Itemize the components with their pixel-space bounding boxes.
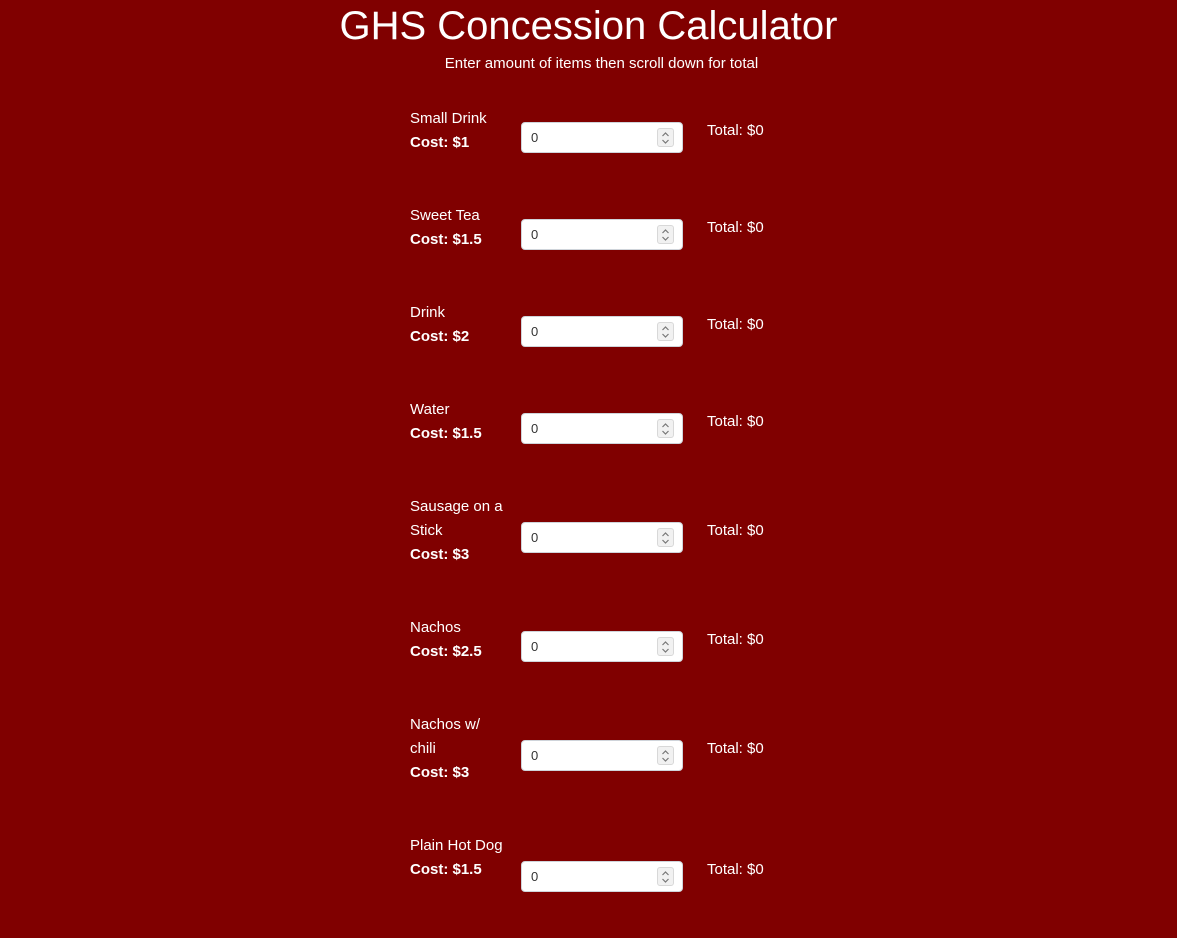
item-total: Total: $0 <box>707 219 764 236</box>
item-info: Drink Cost: $2 <box>410 301 505 349</box>
quantity-input[interactable] <box>522 632 652 661</box>
page-subtitle: Enter amount of items then scroll down f… <box>444 55 759 72</box>
item-name: Small Drink <box>410 110 487 127</box>
item-cost: Cost: $1.5 <box>410 231 482 248</box>
quantity-field <box>521 522 683 553</box>
quantity-input[interactable] <box>522 414 652 443</box>
item-cost: Cost: $2 <box>410 328 470 345</box>
quantity-spinner[interactable] <box>657 322 674 341</box>
decrement-icon[interactable] <box>658 235 673 243</box>
decrement-icon[interactable] <box>658 538 673 546</box>
quantity-spinner[interactable] <box>657 419 674 438</box>
item-name: Sweet Tea <box>410 207 480 224</box>
quantity-field <box>521 413 683 444</box>
quantity-spinner[interactable] <box>657 637 674 656</box>
item-cost: Cost: $1 <box>410 134 470 151</box>
item-total: Total: $0 <box>707 316 764 333</box>
item-name: Water <box>410 401 450 418</box>
increment-icon[interactable] <box>658 324 673 332</box>
item-cost: Cost: $1.5 <box>410 861 482 878</box>
item-info: Sausage on a Stick Cost: $3 <box>410 495 505 567</box>
quantity-spinner[interactable] <box>657 867 674 886</box>
item-name: Drink <box>410 304 446 321</box>
item-info: Water Cost: $1.5 <box>410 398 505 446</box>
increment-icon[interactable] <box>658 130 673 138</box>
quantity-field <box>521 861 683 892</box>
item-info: Sweet Tea Cost: $1.5 <box>410 204 505 252</box>
quantity-field <box>521 740 683 771</box>
quantity-input[interactable] <box>522 523 652 552</box>
item-total: Total: $0 <box>707 861 764 878</box>
increment-icon[interactable] <box>658 530 673 538</box>
quantity-spinner[interactable] <box>657 746 674 765</box>
decrement-icon[interactable] <box>658 138 673 146</box>
item-total: Total: $0 <box>707 740 764 757</box>
item-name: Sausage on a Stick <box>410 498 503 539</box>
item-cost: Cost: $1.5 <box>410 425 482 442</box>
item-info: Nachos Cost: $2.5 <box>410 616 505 664</box>
increment-icon[interactable] <box>658 421 673 429</box>
increment-icon[interactable] <box>658 869 673 877</box>
item-cost: Cost: $2.5 <box>410 643 482 660</box>
quantity-spinner[interactable] <box>657 528 674 547</box>
page-title: GHS Concession Calculator <box>339 4 838 48</box>
item-cost: Cost: $3 <box>410 764 470 781</box>
quantity-field <box>521 219 683 250</box>
decrement-icon[interactable] <box>658 756 673 764</box>
decrement-icon[interactable] <box>658 332 673 340</box>
quantity-field <box>521 316 683 347</box>
quantity-input[interactable] <box>522 741 652 770</box>
quantity-field <box>521 631 683 662</box>
item-name: Nachos <box>410 619 461 636</box>
quantity-input[interactable] <box>522 862 652 891</box>
item-info: Nachos w/ chili Cost: $3 <box>410 713 505 785</box>
increment-icon[interactable] <box>658 639 673 647</box>
item-info: Small Drink Cost: $1 <box>410 107 505 155</box>
decrement-icon[interactable] <box>658 647 673 655</box>
quantity-input[interactable] <box>522 123 652 152</box>
increment-icon[interactable] <box>658 748 673 756</box>
item-total: Total: $0 <box>707 631 764 648</box>
increment-icon[interactable] <box>658 227 673 235</box>
item-info: Plain Hot Dog Cost: $1.5 <box>410 834 505 882</box>
item-name: Plain Hot Dog <box>410 837 503 854</box>
item-total: Total: $0 <box>707 413 764 430</box>
quantity-input[interactable] <box>522 220 652 249</box>
decrement-icon[interactable] <box>658 877 673 885</box>
item-total: Total: $0 <box>707 122 764 139</box>
quantity-input[interactable] <box>522 317 652 346</box>
decrement-icon[interactable] <box>658 429 673 437</box>
item-total: Total: $0 <box>707 522 764 539</box>
quantity-spinner[interactable] <box>657 225 674 244</box>
quantity-spinner[interactable] <box>657 128 674 147</box>
item-name: Nachos w/ chili <box>410 716 481 757</box>
quantity-field <box>521 122 683 153</box>
item-cost: Cost: $3 <box>410 546 470 563</box>
